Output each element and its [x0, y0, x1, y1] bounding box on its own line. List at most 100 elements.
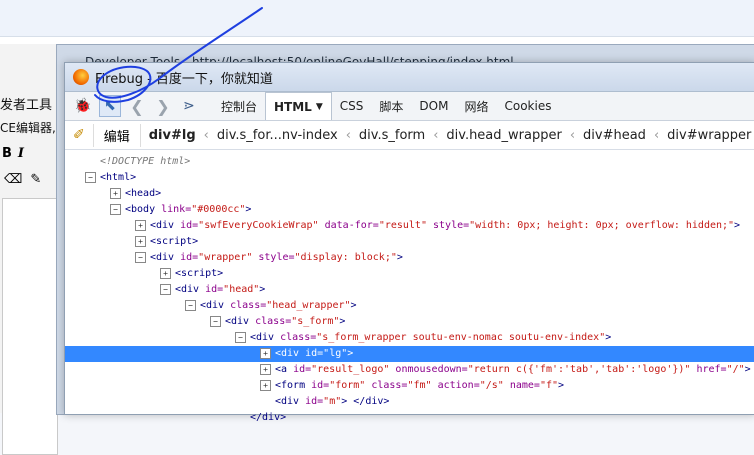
panel-tabs: 控制台 HTML ▼ CSS 脚本 DOM 网络 Cookies [213, 92, 559, 120]
expand-icon[interactable]: + [260, 347, 271, 359]
expand-icon[interactable]: + [135, 235, 146, 247]
tree-node[interactable]: + <div id="swfEveryCookieWrap" data-for="… [65, 218, 754, 234]
italic-button[interactable]: I [18, 146, 24, 161]
background-editor-label: CE编辑器, [0, 121, 56, 135]
tree-node[interactable]: − <div class="s_form"> [65, 314, 754, 330]
tab-cookies[interactable]: Cookies [496, 92, 559, 120]
brush-icon[interactable]: ✎ [30, 172, 41, 187]
code-token: > [259, 284, 266, 295]
tab-console[interactable]: 控制台 [213, 92, 265, 120]
code-token: class= [365, 380, 408, 391]
expand-icon[interactable]: + [160, 267, 171, 279]
breadcrumb-item[interactable]: div#head [583, 128, 646, 143]
code-token: "result_logo" [311, 364, 390, 375]
tree-node[interactable]: + <form id="form" class="fm" action="/s" … [65, 378, 754, 394]
code-token: > [605, 332, 612, 343]
breadcrumb-item[interactable]: div#lg [149, 128, 196, 143]
code-token: <div [275, 348, 306, 359]
code-token: </div> [250, 412, 287, 423]
collapse-icon[interactable]: − [160, 283, 171, 295]
code-token: "swfEveryCookieWrap" [198, 220, 319, 231]
firebug-titlebar: Firebug - 百度一下，你就知道 [65, 63, 754, 92]
code-token: <div [150, 252, 181, 263]
tab-css[interactable]: CSS [332, 92, 372, 120]
code-token: "/s" [479, 380, 504, 391]
code-token: > [245, 204, 252, 215]
firebug-menu-icon[interactable]: 🐞 [73, 96, 93, 116]
back-icon[interactable]: ❮ [127, 96, 147, 116]
edit-pencil-icon[interactable]: ✐ [73, 127, 85, 143]
tree-node[interactable]: <div id="m"> </div> [65, 394, 754, 410]
breadcrumb-separator-icon: ‹ [203, 127, 209, 143]
code-token: > [339, 316, 346, 327]
tree-node[interactable]: + <script> [65, 266, 754, 282]
firebug-window: Firebug - 百度一下，你就知道 🐞 ⬉ ❮ ❯ ⋗ 控制台 HTML ▼… [64, 62, 754, 423]
code-token: "wrapper" [198, 252, 253, 263]
code-token: <html> [100, 172, 137, 183]
code-token: "width: 0px; height: 0px; overflow: hidd… [469, 220, 735, 231]
breadcrumb-separator-icon: ‹ [653, 127, 660, 143]
tree-node-selected[interactable]: + <div id="lg"> [65, 346, 754, 362]
tree-node[interactable]: <!DOCTYPE html> [65, 154, 754, 170]
expand-icon[interactable]: + [110, 187, 121, 199]
breadcrumb-separator-icon: ‹ [569, 127, 576, 143]
inspect-element-icon[interactable]: ⬉ [99, 95, 121, 117]
code-token: <div [250, 332, 281, 343]
code-token: "m" [323, 396, 342, 407]
tree-node[interactable]: − <div class="s_form_wrapper soutu-env-no… [65, 330, 754, 346]
code-token: "result" [378, 220, 427, 231]
code-token: data-for= [318, 220, 379, 231]
tree-node[interactable]: − <div id="head"> [65, 282, 754, 298]
breadcrumb-item[interactable]: div.head_wrapper [446, 128, 561, 143]
bold-button[interactable]: B [2, 146, 12, 161]
code-token: <form [275, 380, 312, 391]
tab-script[interactable]: 脚本 [371, 92, 411, 120]
background-tool-title: 发者工具 [0, 98, 53, 113]
collapse-icon[interactable]: − [185, 299, 196, 311]
tree-node[interactable]: + <script> [65, 234, 754, 250]
eraser-icon[interactable]: ⌫ [4, 172, 22, 187]
tree-node[interactable]: + <head> [65, 186, 754, 202]
collapse-icon[interactable]: − [235, 331, 246, 343]
caret-down-icon: ▼ [315, 101, 323, 112]
code-token: <a [275, 364, 294, 375]
code-token: > </div> [341, 396, 390, 407]
collapse-icon[interactable]: − [135, 251, 146, 263]
tree-node[interactable]: − <body link="#0000cc"> [65, 202, 754, 218]
breadcrumb: ✐ 编辑 div#lg ‹ div.s_for...nv-index ‹ div… [65, 121, 754, 150]
tab-html-label: HTML [274, 99, 312, 114]
tree-node[interactable]: </div> [65, 410, 754, 426]
tab-net[interactable]: 网络 [456, 92, 496, 120]
code-token: > [350, 300, 357, 311]
command-line-icon[interactable]: ⋗ [179, 96, 199, 116]
tree-node[interactable]: − <div class="head_wrapper"> [65, 298, 754, 314]
code-token: > [396, 252, 403, 263]
collapse-icon[interactable]: − [85, 171, 96, 183]
expand-icon[interactable]: + [260, 363, 271, 375]
code-token: <div [225, 316, 256, 327]
code-token: <body [125, 204, 162, 215]
background-top-bar [0, 0, 754, 37]
tree-node[interactable]: − <html> [65, 170, 754, 186]
code-token: style= [252, 252, 295, 263]
breadcrumb-item[interactable]: div#wrapper [667, 128, 751, 143]
tab-dom[interactable]: DOM [411, 92, 456, 120]
tree-node[interactable]: + <a id="result_logo" onmousedown="return… [65, 362, 754, 378]
code-token: action= [431, 380, 480, 391]
code-token: "lg" [323, 348, 348, 359]
edit-button[interactable]: 编辑 [92, 123, 141, 147]
breadcrumb-item[interactable]: div.s_form [359, 128, 425, 143]
code-token: > [734, 220, 741, 231]
code-token: "head_wrapper" [266, 300, 351, 311]
tree-node[interactable]: − <div id="wrapper" style="display: block… [65, 250, 754, 266]
html-tree: <!DOCTYPE html> − <html> + <head> − <body link… [65, 150, 754, 426]
code-token: <!DOCTYPE html> [100, 156, 191, 167]
collapse-icon[interactable]: − [210, 315, 221, 327]
breadcrumb-item[interactable]: div.s_for...nv-index [217, 128, 338, 143]
collapse-icon[interactable]: − [110, 203, 121, 215]
expand-icon[interactable]: + [135, 219, 146, 231]
editor-area[interactable] [2, 198, 58, 455]
expand-icon[interactable]: + [260, 379, 271, 391]
forward-icon[interactable]: ❯ [153, 96, 173, 116]
tab-html[interactable]: HTML ▼ [265, 92, 332, 120]
